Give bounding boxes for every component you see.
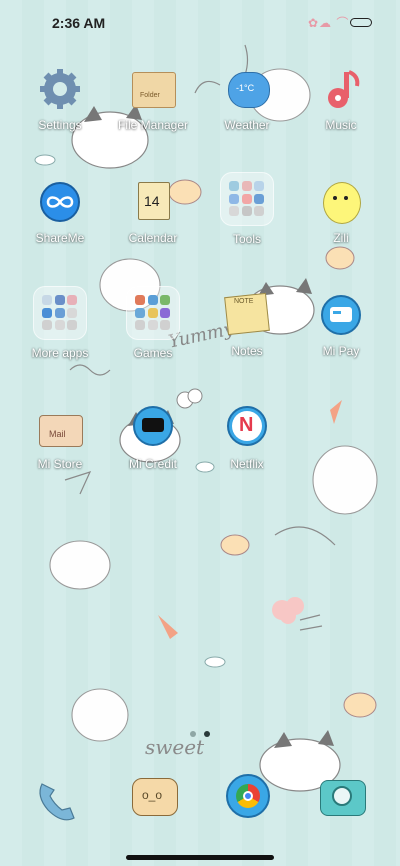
app-folder-tools[interactable]: Tools bbox=[202, 172, 292, 246]
app-label: Mi Pay bbox=[322, 344, 360, 358]
app-mi-credit[interactable]: Mi Credit bbox=[108, 405, 198, 471]
messages-glyph: o_o bbox=[142, 788, 163, 802]
app-music[interactable]: Music bbox=[296, 66, 386, 132]
app-folder-more-apps[interactable]: More apps bbox=[15, 286, 105, 360]
app-label: Notes bbox=[231, 344, 263, 358]
app-label: Zili bbox=[333, 231, 349, 245]
folder-icon: Folder bbox=[130, 66, 176, 112]
mi-store-badge-text: Mail bbox=[49, 429, 66, 439]
doodle-text-sweet: sweet bbox=[145, 735, 205, 759]
status-bar: 2:36 AM ✿☁ ⌒ bbox=[0, 0, 400, 44]
settings-gear-icon bbox=[37, 66, 83, 112]
status-deco-icon: ✿☁ ⌒ bbox=[308, 16, 350, 30]
battery-icon bbox=[350, 18, 372, 27]
app-weather[interactable]: -1°C Weather bbox=[202, 66, 292, 132]
phone-icon bbox=[39, 783, 75, 821]
dock-camera[interactable] bbox=[314, 772, 370, 828]
app-mi-pay[interactable]: Mi Pay bbox=[296, 292, 386, 358]
mi-credit-card-icon bbox=[130, 405, 176, 451]
netflix-glyph: N bbox=[239, 414, 254, 436]
mi-pay-card-icon bbox=[318, 292, 364, 338]
dock-chrome[interactable] bbox=[220, 768, 276, 824]
app-file-manager[interactable]: Folder File Manager bbox=[108, 66, 198, 132]
netflix-icon: N bbox=[224, 405, 270, 451]
app-label: Mi Credit bbox=[128, 457, 177, 471]
app-label: More apps bbox=[31, 346, 89, 360]
app-label: ShareMe bbox=[35, 231, 85, 245]
app-label: File Manager bbox=[117, 118, 189, 132]
notes-badge-text: NOTE bbox=[234, 298, 254, 305]
app-label: Mi Store bbox=[37, 457, 83, 471]
music-note-icon bbox=[318, 66, 364, 112]
folder-badge-text: Folder bbox=[140, 92, 160, 99]
dock-messages[interactable]: o_o bbox=[126, 772, 182, 828]
dock-phone[interactable] bbox=[32, 770, 88, 826]
more-apps-folder-icon bbox=[33, 286, 87, 340]
notes-icon: NOTE bbox=[224, 292, 270, 338]
app-label: Settings bbox=[38, 118, 82, 132]
app-label: Games bbox=[133, 346, 173, 360]
calendar-day: 14 bbox=[144, 193, 160, 209]
app-netflix[interactable]: N Netflix bbox=[202, 405, 292, 471]
status-time: 2:36 AM bbox=[52, 15, 106, 31]
mi-store-mail-icon: Mail bbox=[37, 405, 83, 451]
app-calendar[interactable]: 14 Calendar bbox=[108, 179, 198, 245]
page-dot-2[interactable] bbox=[204, 731, 210, 737]
app-label: Music bbox=[325, 118, 357, 132]
weather-cloud-icon: -1°C bbox=[224, 66, 270, 112]
app-notes[interactable]: NOTE Notes bbox=[202, 292, 292, 358]
games-folder-icon bbox=[126, 286, 180, 340]
app-mi-store[interactable]: Mail Mi Store bbox=[15, 405, 105, 471]
weather-temp: -1°C bbox=[236, 83, 255, 93]
app-zili[interactable]: Zili bbox=[296, 179, 386, 245]
tools-folder-icon bbox=[220, 172, 274, 226]
app-label: Tools bbox=[232, 232, 261, 246]
app-shareme[interactable]: ShareMe bbox=[15, 179, 105, 245]
shareme-infinity-icon bbox=[37, 179, 83, 225]
calendar-icon: 14 bbox=[130, 179, 176, 225]
app-label: Netflix bbox=[230, 457, 264, 471]
page-dot-1[interactable] bbox=[190, 731, 196, 737]
app-settings[interactable]: Settings bbox=[15, 66, 105, 132]
page-indicator bbox=[190, 731, 212, 737]
app-label: Calendar bbox=[128, 231, 178, 245]
app-label: Weather bbox=[224, 118, 270, 132]
home-indicator-bar[interactable] bbox=[126, 855, 274, 860]
app-folder-games[interactable]: Games bbox=[108, 286, 198, 360]
zili-face-icon bbox=[318, 179, 364, 225]
